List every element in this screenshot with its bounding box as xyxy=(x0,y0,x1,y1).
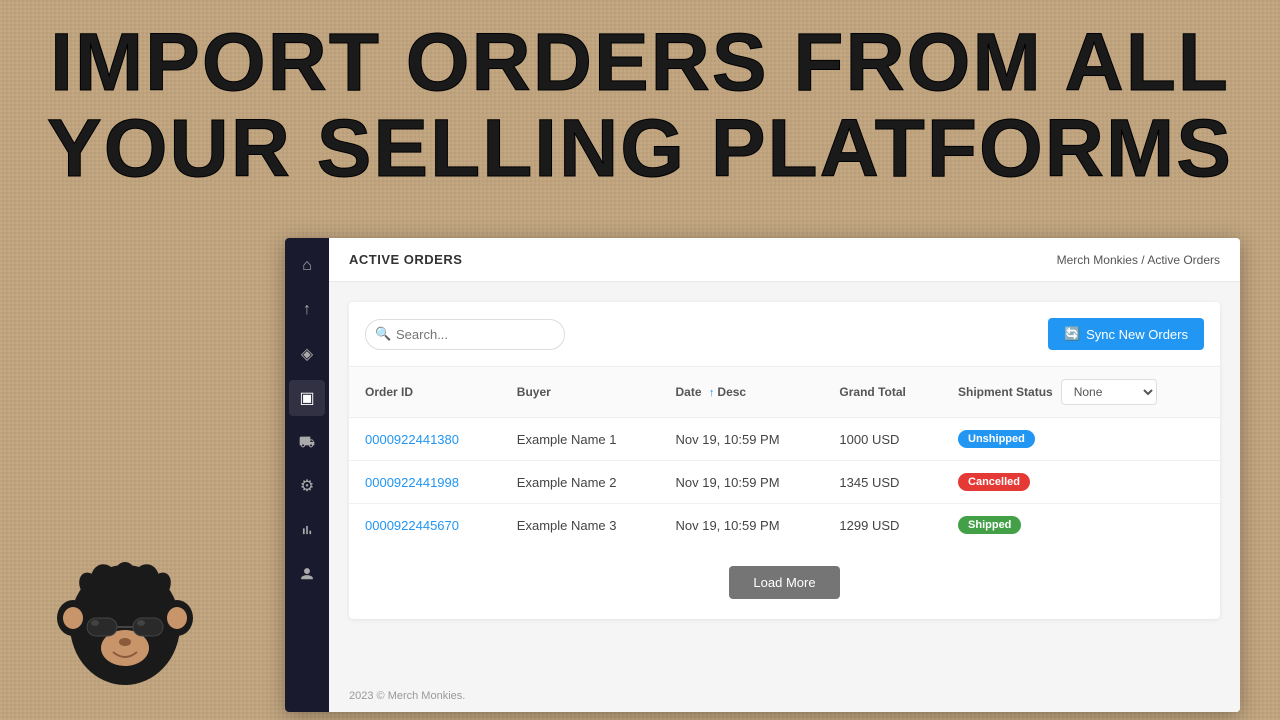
cell-buyer-1: Example Name 2 xyxy=(501,461,660,504)
cell-buyer-0: Example Name 1 xyxy=(501,418,660,461)
sync-icon: 🔄 xyxy=(1064,326,1080,342)
cell-date-1: Nov 19, 10:59 PM xyxy=(659,461,823,504)
cell-order-id-0: 0000922441380 xyxy=(349,418,501,461)
col-date[interactable]: Date ↑ Desc xyxy=(659,367,823,418)
cell-status-2: Shipped xyxy=(942,504,1220,547)
footer-text: 2023 © Merch Monkies. xyxy=(349,690,465,702)
main-content: ACTIVE ORDERS Merch Monkies / Active Ord… xyxy=(329,238,1240,712)
page-header: ACTIVE ORDERS Merch Monkies / Active Ord… xyxy=(329,238,1240,282)
sidebar-icon-shipping[interactable] xyxy=(289,424,325,460)
hero-line1: IMPORT ORDERS FROM ALL xyxy=(40,20,1240,106)
load-more-section: Load More xyxy=(349,546,1220,619)
cell-date-2: Nov 19, 10:59 PM xyxy=(659,504,823,547)
shipment-filter: Shipment Status None Unshipped Shipped C… xyxy=(958,379,1204,405)
order-id-link-0[interactable]: 0000922441380 xyxy=(365,432,459,447)
col-grand-total: Grand Total xyxy=(823,367,942,418)
table-row: 0000922441380 Example Name 1 Nov 19, 10:… xyxy=(349,418,1220,461)
content-area: 🔍 🔄 Sync New Orders Order ID Buyer xyxy=(329,282,1240,680)
app-window: ⌂ ↑ ◈ ▣ ⚙ ACTIVE ORDERS Merch Monkies xyxy=(285,238,1240,712)
cell-grand-total-2: 1299 USD xyxy=(823,504,942,547)
sidebar-icon-home[interactable]: ⌂ xyxy=(289,248,325,284)
footer: 2023 © Merch Monkies. xyxy=(329,680,1240,712)
search-input[interactable] xyxy=(365,319,565,350)
breadcrumb-parent: Merch Monkies xyxy=(1057,253,1138,267)
cell-status-1: Cancelled xyxy=(942,461,1220,504)
sidebar-icon-orders[interactable]: ▣ xyxy=(289,380,325,416)
table-row: 0000922445670 Example Name 3 Nov 19, 10:… xyxy=(349,504,1220,547)
status-badge-1: Cancelled xyxy=(958,473,1030,491)
cell-buyer-2: Example Name 3 xyxy=(501,504,660,547)
load-more-button[interactable]: Load More xyxy=(729,566,839,599)
col-buyer: Buyer xyxy=(501,367,660,418)
sidebar-icon-tag[interactable]: ◈ xyxy=(289,336,325,372)
hero-line2: YOUR SELLING PLATFORMS xyxy=(40,106,1240,192)
order-id-link-2[interactable]: 0000922445670 xyxy=(365,518,459,533)
cell-grand-total-0: 1000 USD xyxy=(823,418,942,461)
table-header-row: Order ID Buyer Date ↑ Desc Grand Total S… xyxy=(349,367,1220,418)
cell-date-0: Nov 19, 10:59 PM xyxy=(659,418,823,461)
orders-table: Order ID Buyer Date ↑ Desc Grand Total S… xyxy=(349,367,1220,546)
shipment-status-filter[interactable]: None Unshipped Shipped Cancelled xyxy=(1061,379,1157,405)
col-order-id: Order ID xyxy=(349,367,501,418)
breadcrumb-current: Active Orders xyxy=(1147,253,1220,267)
page-title: ACTIVE ORDERS xyxy=(349,252,462,267)
order-id-link-1[interactable]: 0000922441998 xyxy=(365,475,459,490)
hero-text: IMPORT ORDERS FROM ALL YOUR SELLING PLAT… xyxy=(0,20,1280,192)
toolbar: 🔍 🔄 Sync New Orders xyxy=(349,302,1220,367)
sidebar-icon-account[interactable] xyxy=(289,556,325,592)
status-badge-2: Shipped xyxy=(958,516,1021,534)
col-shipment-status: Shipment Status None Unshipped Shipped C… xyxy=(942,367,1220,418)
sidebar-icon-upload[interactable]: ↑ xyxy=(289,292,325,328)
sidebar-icon-analytics[interactable] xyxy=(289,512,325,548)
cell-status-0: Unshipped xyxy=(942,418,1220,461)
search-wrapper: 🔍 xyxy=(365,319,565,350)
breadcrumb: Merch Monkies / Active Orders xyxy=(1057,253,1220,267)
status-badge-0: Unshipped xyxy=(958,430,1035,448)
cell-grand-total-1: 1345 USD xyxy=(823,461,942,504)
monkey-logo xyxy=(25,510,225,710)
cell-order-id-2: 0000922445670 xyxy=(349,504,501,547)
cell-order-id-1: 0000922441998 xyxy=(349,461,501,504)
table-row: 0000922441998 Example Name 2 Nov 19, 10:… xyxy=(349,461,1220,504)
sync-button[interactable]: 🔄 Sync New Orders xyxy=(1048,318,1204,350)
sidebar-icon-settings[interactable]: ⚙ xyxy=(289,468,325,504)
sidebar: ⌂ ↑ ◈ ▣ ⚙ xyxy=(285,238,329,712)
search-icon: 🔍 xyxy=(375,326,391,342)
orders-card: 🔍 🔄 Sync New Orders Order ID Buyer xyxy=(349,302,1220,619)
sync-button-label: Sync New Orders xyxy=(1086,327,1188,342)
